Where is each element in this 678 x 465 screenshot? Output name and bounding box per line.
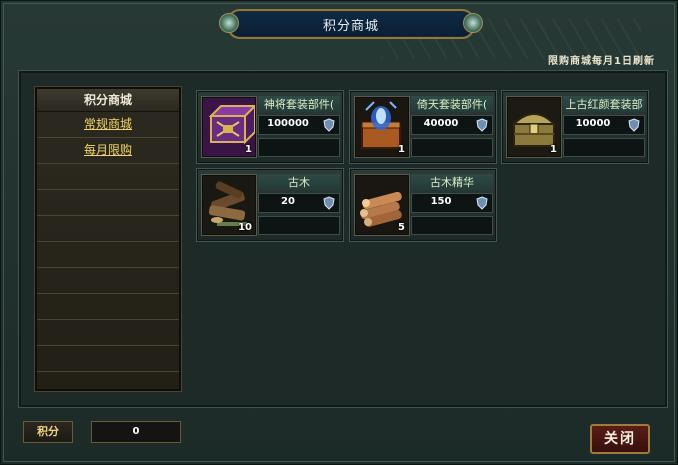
item-price: 40000 [423, 118, 459, 129]
sidebar-empty-row [37, 320, 179, 346]
shop-item-card[interactable]: 5 古木精华 150 [350, 169, 496, 241]
close-button[interactable]: 关闭 [590, 424, 650, 454]
item-quantity: 1 [398, 144, 405, 155]
item-quantity: 5 [398, 222, 405, 233]
points-shop-window: 积分商城 限购商城每月1日刷新 积分商城 常规商城 每月限购 1 神将套装部件(… [0, 0, 678, 465]
points-shield-icon [628, 118, 640, 132]
sidebar-empty-row [37, 242, 179, 268]
item-quantity: 1 [550, 144, 557, 155]
item-price: 10000 [575, 118, 611, 129]
purple-chest-icon[interactable]: 1 [202, 97, 256, 157]
item-extra-box [411, 216, 493, 235]
sidebar-item-label[interactable]: 每月限购 [84, 143, 132, 157]
sidebar-heading: 积分商城 [37, 89, 179, 112]
item-name: 古木 [258, 174, 340, 190]
shop-item-card[interactable]: 1 倚天套装部件( 40000 [350, 91, 496, 163]
points-label: 积分 [23, 421, 73, 443]
shop-item-card[interactable]: 1 神将套装部件( 100000 [197, 91, 343, 163]
item-price-box: 100000 [258, 115, 340, 135]
sidebar: 积分商城 常规商城 每月限购 [35, 87, 181, 391]
points-value: 0 [91, 421, 181, 443]
wood-essence-icon[interactable]: 5 [355, 175, 409, 235]
item-extra-box [563, 138, 645, 157]
golden-chest-icon[interactable]: 1 [507, 97, 561, 157]
sidebar-empty-row [37, 216, 179, 242]
sidebar-empty-row [37, 346, 179, 372]
item-name: 神将套装部件( [258, 96, 340, 112]
item-price: 100000 [267, 118, 309, 129]
item-price: 150 [430, 196, 452, 207]
item-price-box: 10000 [563, 115, 645, 135]
item-name: 倚天套装部件( [411, 96, 493, 112]
item-extra-box [258, 216, 340, 235]
points-shield-icon [476, 118, 488, 132]
sidebar-item-regular-shop[interactable]: 常规商城 [37, 112, 179, 138]
item-price-box: 20 [258, 193, 340, 213]
refresh-note: 限购商城每月1日刷新 [548, 56, 655, 67]
item-extra-box [411, 138, 493, 157]
window-title: 积分商城 [322, 19, 379, 34]
sidebar-item-label[interactable]: 常规商城 [84, 117, 132, 131]
points-shield-icon [323, 196, 335, 210]
points-shield-icon [476, 196, 488, 210]
item-name: 上古红颜套装部 [563, 96, 645, 112]
points-shield-icon [323, 118, 335, 132]
shop-item-card[interactable]: 10 古木 20 [197, 169, 343, 241]
item-price-box: 150 [411, 193, 493, 213]
sidebar-empty-row [37, 294, 179, 320]
sidebar-item-monthly-limited[interactable]: 每月限购 [37, 138, 179, 164]
sidebar-empty-row [37, 164, 179, 190]
window-title-plate: 积分商城 [219, 9, 483, 39]
item-quantity: 1 [245, 144, 252, 155]
item-price-box: 40000 [411, 115, 493, 135]
item-extra-box [258, 138, 340, 157]
sidebar-empty-row [37, 268, 179, 294]
shop-item-card[interactable]: 1 上古红颜套装部 10000 [502, 91, 648, 163]
sidebar-empty-row [37, 190, 179, 216]
item-price: 20 [281, 196, 295, 207]
blue-flame-box-icon[interactable]: 1 [355, 97, 409, 157]
item-quantity: 10 [238, 222, 252, 233]
ancient-wood-icon[interactable]: 10 [202, 175, 256, 235]
item-name: 古木精华 [411, 174, 493, 190]
main-panel: 积分商城 常规商城 每月限购 1 神将套装部件(100000 1 倚天套装部件… [19, 71, 667, 407]
